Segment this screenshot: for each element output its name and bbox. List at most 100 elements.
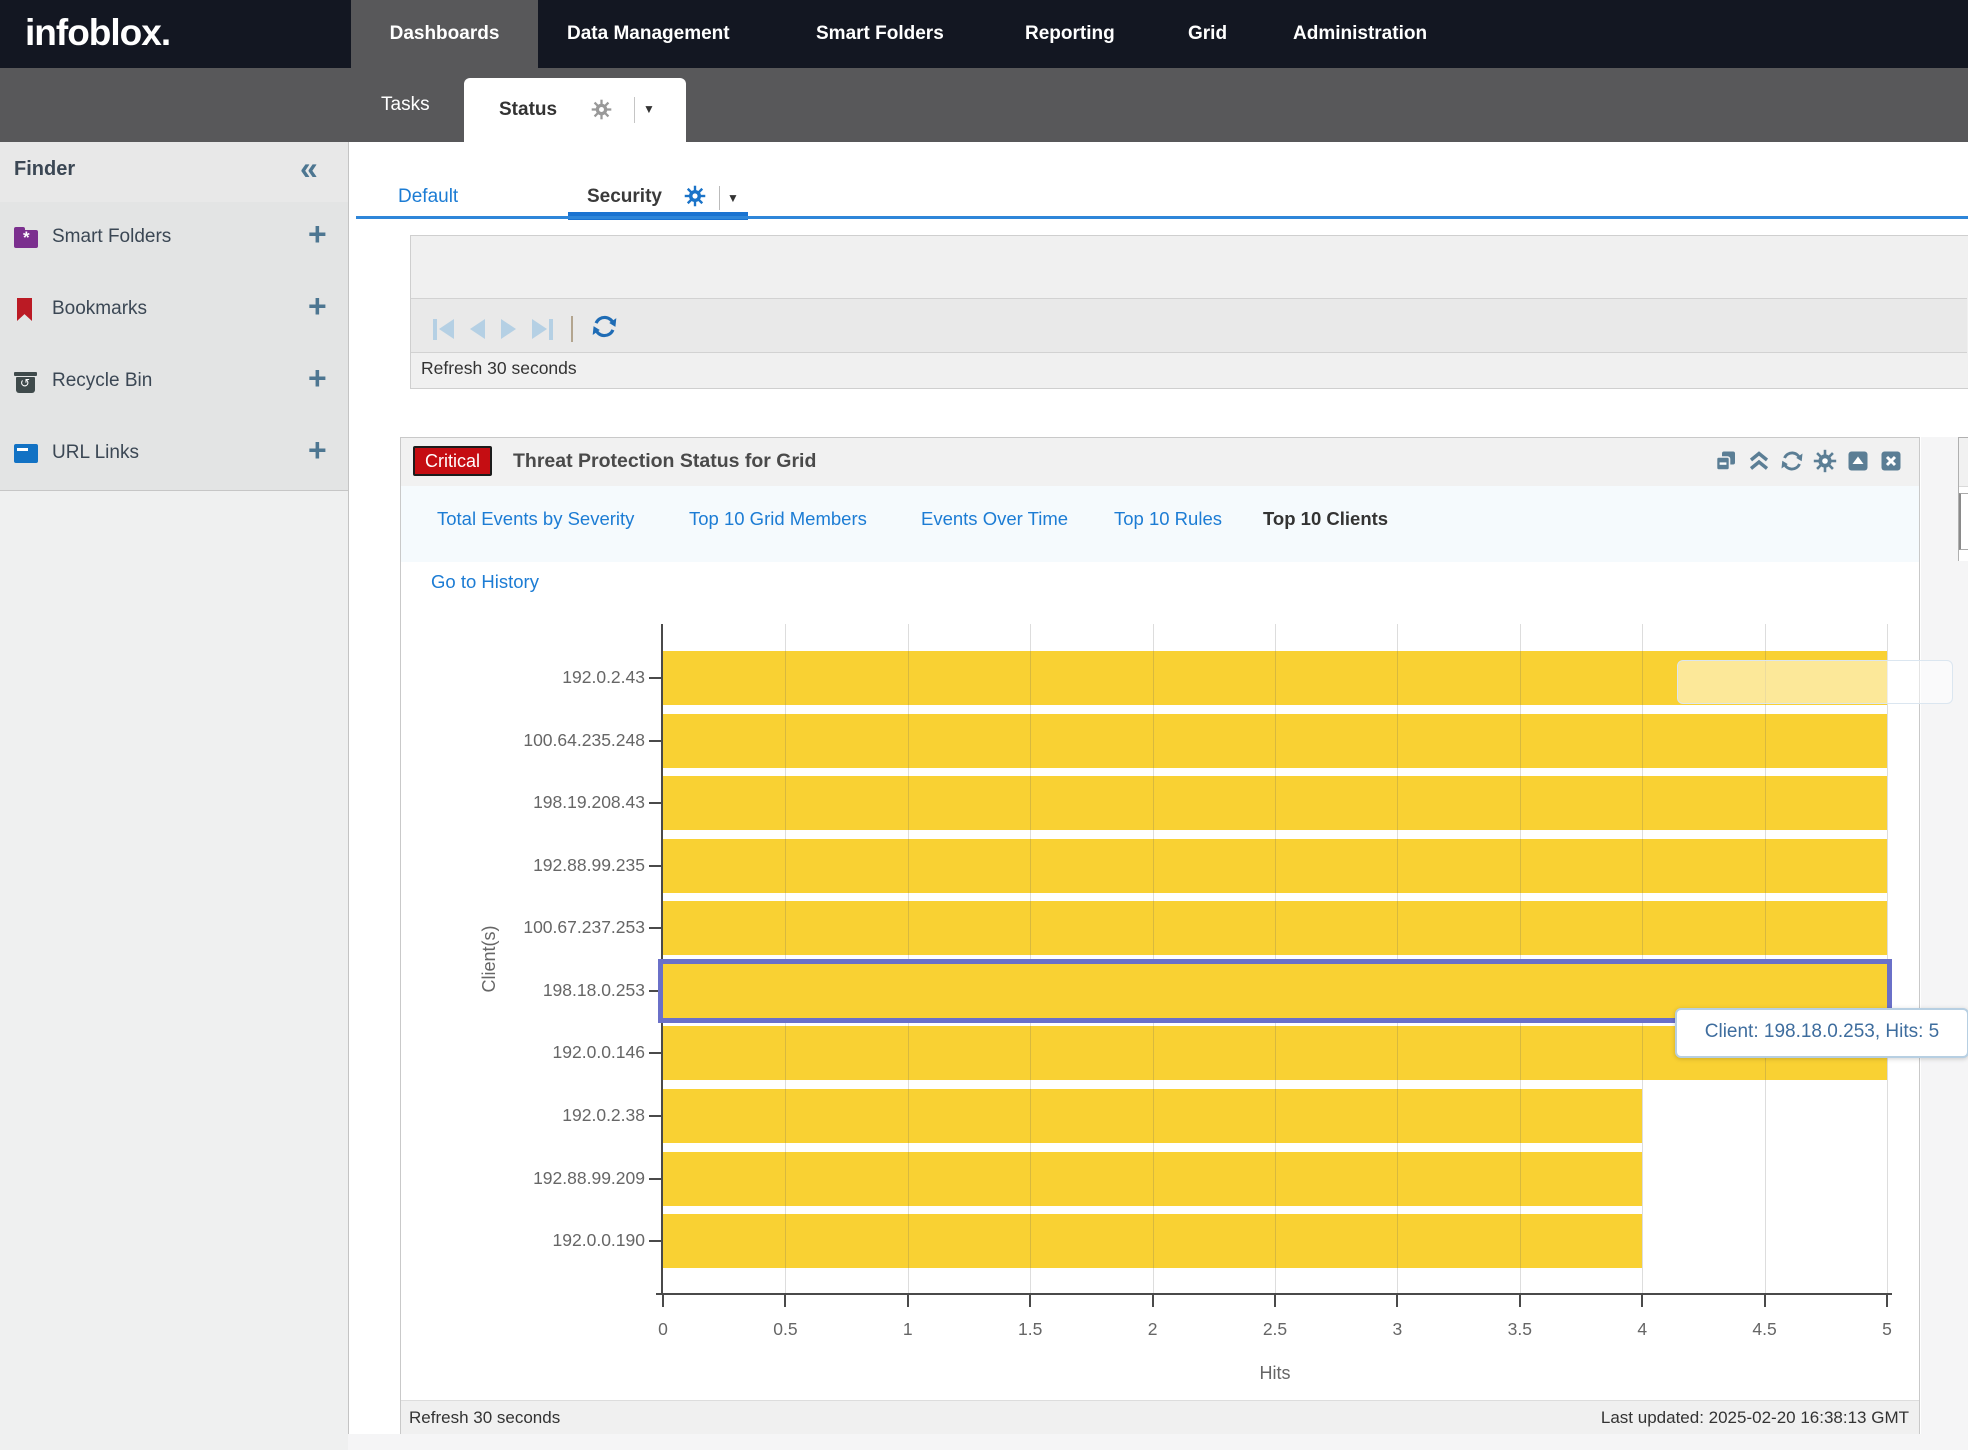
y-tick-100.67.237.253 bbox=[649, 927, 661, 929]
widget-refresh-label: Refresh 30 seconds bbox=[409, 1408, 560, 1428]
chart-tooltip: Client: 198.18.0.253, Hits: 5 bbox=[1675, 1008, 1968, 1058]
security-gear-icon[interactable] bbox=[684, 185, 706, 212]
tab-tasks[interactable]: Tasks bbox=[381, 68, 430, 142]
x-tick-label-3: 3 bbox=[1367, 1319, 1427, 1340]
below-widget-gutter bbox=[348, 1434, 1968, 1450]
refresh-icon[interactable] bbox=[1780, 449, 1804, 478]
y-tick-192.0.2.43 bbox=[649, 677, 661, 679]
critical-status-badge: Critical bbox=[413, 446, 492, 476]
sub-nav-bar: Tasks Status ▼ bbox=[0, 68, 1968, 142]
top-nav-bar: infoblox. Dashboards Data Management Smart… bbox=[0, 0, 1968, 68]
widget-title: Threat Protection Status for Grid bbox=[513, 438, 816, 484]
tabs-bottom-line bbox=[356, 216, 1968, 219]
widget-tab-total-events-by-severity[interactable]: Total Events by Severity bbox=[437, 508, 634, 530]
tab-status-label: Status bbox=[499, 78, 557, 142]
duplicate-icon[interactable] bbox=[1714, 449, 1738, 478]
add-url-link-button[interactable]: + bbox=[308, 432, 327, 469]
adjacent-widget-content bbox=[1959, 493, 1968, 550]
maximize-icon[interactable] bbox=[1846, 449, 1870, 478]
widget-tab-top-10-rules[interactable]: Top 10 Rules bbox=[1114, 508, 1222, 530]
y-label-192.88.99.235: 192.88.99.235 bbox=[441, 855, 645, 876]
x-tick-label-5: 5 bbox=[1857, 1319, 1917, 1340]
x-tick-3 bbox=[1396, 1295, 1398, 1307]
sidebar-item-url-links[interactable]: URL Links + bbox=[0, 418, 348, 491]
paging-toolbar bbox=[411, 298, 1967, 353]
x-tick-label-2.5: 2.5 bbox=[1245, 1319, 1305, 1340]
x-tick-1.5 bbox=[1029, 1295, 1031, 1307]
collapse-sidebar-icon[interactable]: « bbox=[300, 150, 318, 187]
widget-footer: Refresh 30 seconds Last updated: 2025-02… bbox=[401, 1400, 1919, 1435]
last-page-icon[interactable] bbox=[532, 319, 553, 340]
y-label-192.0.0.190: 192.0.0.190 bbox=[441, 1230, 645, 1251]
top-nav-administration[interactable]: Administration bbox=[1293, 0, 1427, 68]
y-tick-192.88.99.235 bbox=[649, 865, 661, 867]
x-tick-label-3.5: 3.5 bbox=[1490, 1319, 1550, 1340]
next-page-icon[interactable] bbox=[501, 319, 516, 339]
first-page-icon[interactable] bbox=[433, 319, 454, 340]
refresh-icon[interactable] bbox=[591, 313, 618, 345]
sidebar-item-smart-folders[interactable]: * Smart Folders + bbox=[0, 202, 348, 275]
finder-sidebar: Finder « * Smart Folders + Bookmarks + ↺… bbox=[0, 142, 349, 1450]
sidebar-item-bookmarks[interactable]: Bookmarks + bbox=[0, 274, 348, 347]
x-tick-0.5 bbox=[784, 1295, 786, 1307]
settings-gear-icon[interactable] bbox=[1813, 449, 1837, 478]
y-tick-192.0.0.190 bbox=[649, 1240, 661, 1242]
x-tick-label-1.5: 1.5 bbox=[1000, 1319, 1060, 1340]
x-axis-title: Hits bbox=[1225, 1363, 1325, 1384]
top-nav-dashboards[interactable]: Dashboards bbox=[351, 0, 538, 68]
y-tick-192.0.0.146 bbox=[649, 1052, 661, 1054]
add-bookmark-button[interactable]: + bbox=[308, 288, 327, 325]
finder-title: Finder bbox=[14, 158, 75, 181]
tab-security[interactable]: Security bbox=[587, 186, 662, 208]
sidebar-item-recycle-bin[interactable]: ↺ Recycle Bin + bbox=[0, 346, 348, 419]
threat-protection-widget: Critical Threat Protection Status for Gr… bbox=[400, 437, 1920, 1434]
y-tick-192.0.2.38 bbox=[649, 1115, 661, 1117]
add-recycle-bin-button[interactable]: + bbox=[308, 360, 327, 397]
x-tick-5 bbox=[1886, 1295, 1888, 1307]
tab-default[interactable]: Default bbox=[398, 186, 458, 208]
y-label-198.18.0.253: 198.18.0.253 bbox=[441, 980, 645, 1001]
finder-header: Finder « bbox=[0, 142, 348, 203]
y-tick-100.64.235.248 bbox=[649, 740, 661, 742]
y-label-100.67.237.253: 100.67.237.253 bbox=[441, 917, 645, 938]
x-tick-3.5 bbox=[1519, 1295, 1521, 1307]
refresh-interval-label: Refresh 30 seconds bbox=[421, 358, 577, 379]
widget-tab-top-10-grid-members[interactable]: Top 10 Grid Members bbox=[689, 508, 867, 530]
add-smart-folder-button[interactable]: + bbox=[308, 216, 327, 253]
close-icon[interactable] bbox=[1879, 449, 1903, 478]
top-nav-smart-folders[interactable]: Smart Folders bbox=[816, 0, 944, 68]
x-tick-label-0.5: 0.5 bbox=[755, 1319, 815, 1340]
x-tick-1 bbox=[907, 1295, 909, 1307]
x-tick-label-1: 1 bbox=[878, 1319, 938, 1340]
top-nav-data-management[interactable]: Data Management bbox=[567, 0, 730, 68]
widget-tab-events-over-time[interactable]: Events Over Time bbox=[921, 508, 1068, 530]
x-tick-0 bbox=[662, 1295, 664, 1307]
x-tick-2 bbox=[1152, 1295, 1154, 1307]
widget-header-icons bbox=[1714, 449, 1903, 478]
infoblox-dashboard-screen: infoblox. Dashboards Data Management Smart… bbox=[0, 0, 1968, 1450]
top-nav-grid[interactable]: Grid bbox=[1188, 0, 1227, 68]
collapse-double-up-icon[interactable] bbox=[1747, 449, 1771, 478]
security-caret-icon[interactable]: ▼ bbox=[727, 191, 739, 205]
widget-tab-top-10-clients[interactable]: Top 10 Clients bbox=[1263, 508, 1388, 530]
y-label-192.88.99.209: 192.88.99.209 bbox=[441, 1168, 645, 1189]
previous-page-icon[interactable] bbox=[470, 319, 485, 339]
dashboard-toolbar-panel: Refresh 30 seconds bbox=[410, 235, 1968, 389]
x-tick-2.5 bbox=[1274, 1295, 1276, 1307]
faded-tooltip-outline bbox=[1677, 660, 1953, 704]
paging-divider bbox=[571, 316, 573, 342]
tab-status[interactable]: Status ▼ bbox=[464, 78, 686, 142]
y-tick-192.88.99.209 bbox=[649, 1178, 661, 1180]
infoblox-logo: infoblox. bbox=[25, 12, 170, 54]
x-tick-label-4.5: 4.5 bbox=[1735, 1319, 1795, 1340]
security-tab-divider bbox=[719, 186, 720, 210]
status-gear-icon[interactable] bbox=[591, 99, 612, 125]
y-label-192.0.2.38: 192.0.2.38 bbox=[441, 1105, 645, 1126]
y-label-100.64.235.248: 100.64.235.248 bbox=[441, 730, 645, 751]
bookmark-icon bbox=[14, 298, 40, 322]
y-label-192.0.0.146: 192.0.0.146 bbox=[441, 1042, 645, 1063]
top-nav-reporting[interactable]: Reporting bbox=[1025, 0, 1115, 68]
status-caret-icon[interactable]: ▼ bbox=[643, 102, 655, 116]
adjacent-widget-sliver bbox=[1958, 437, 1968, 561]
widget-header: Critical Threat Protection Status for Gr… bbox=[401, 438, 1919, 487]
